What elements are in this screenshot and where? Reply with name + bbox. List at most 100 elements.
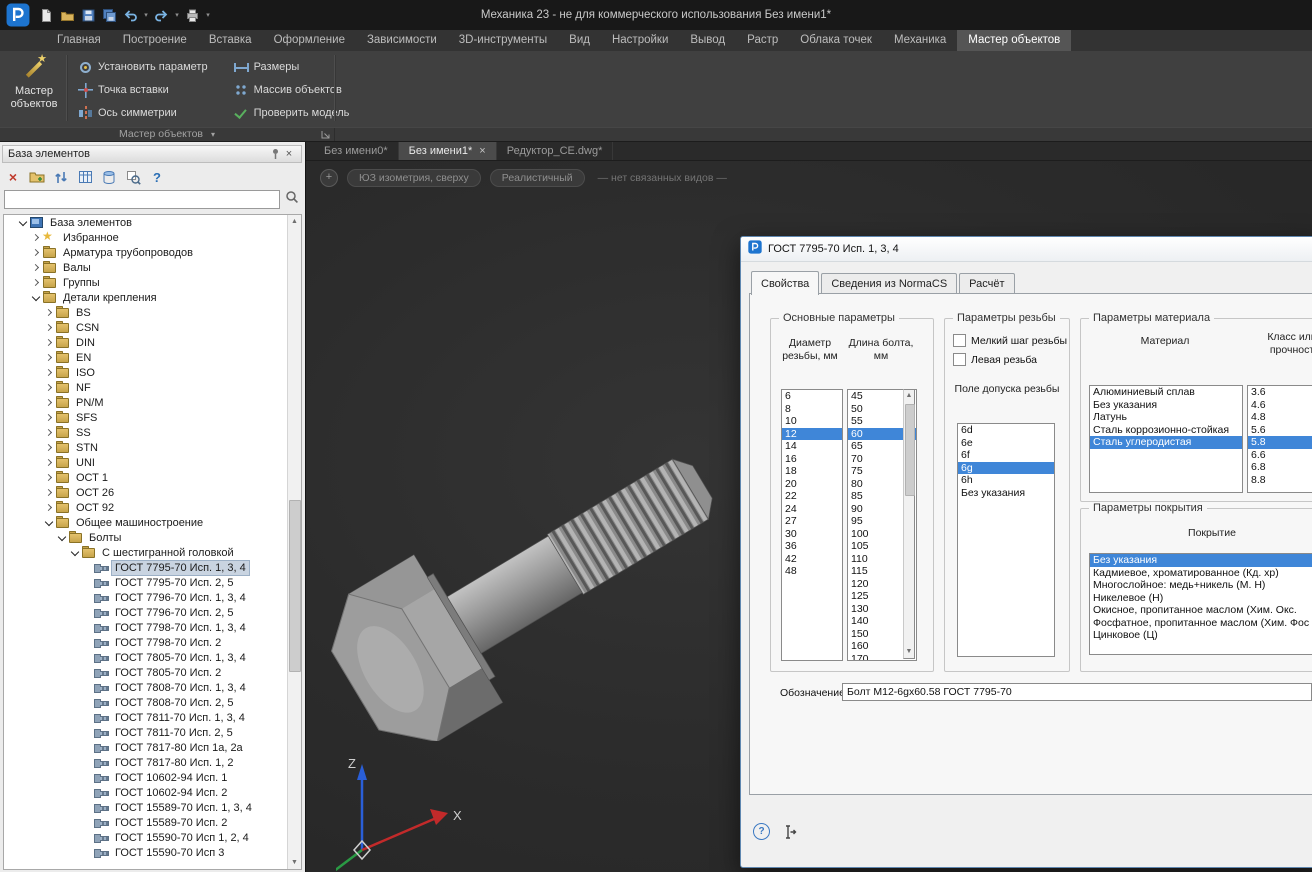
tree-item[interactable]: PN/M xyxy=(4,395,288,410)
ribbon-tab[interactable]: Вставка xyxy=(198,30,263,51)
scroll-up-icon[interactable]: ▲ xyxy=(904,390,914,402)
search-input[interactable] xyxy=(4,190,280,209)
dialog-titlebar[interactable]: ГОСТ 7795-70 Исп. 1, 3, 4 xyxy=(741,237,1312,262)
material-option[interactable]: Алюминиевый сплав xyxy=(1090,386,1242,399)
checkbox[interactable]: Мелкий шаг резьбы xyxy=(953,331,1067,350)
length-list-scrollbar[interactable]: ▲ ▼ xyxy=(903,389,915,659)
diameter-option[interactable]: 6 xyxy=(782,390,842,403)
panel-collapse-caret[interactable]: ▾ xyxy=(211,130,215,139)
tree-item[interactable]: UNI xyxy=(4,455,288,470)
scrollbar-thumb[interactable] xyxy=(289,500,301,672)
document-tab[interactable]: Без имени1* × xyxy=(399,142,497,160)
ribbon-tab[interactable]: 3D-инструменты xyxy=(448,30,558,51)
tree-item[interactable]: Избранное xyxy=(4,230,288,245)
tree-item[interactable]: ISO xyxy=(4,365,288,380)
tree-item[interactable]: С шестигранной головкой xyxy=(4,545,288,560)
expand-chevron-icon[interactable] xyxy=(83,577,94,588)
diameter-option[interactable]: 20 xyxy=(782,478,842,491)
tolerance-option[interactable]: Без указания xyxy=(958,487,1054,500)
expand-chevron-icon[interactable] xyxy=(83,562,94,573)
tree-item[interactable]: Болты xyxy=(4,530,288,545)
expand-chevron-icon[interactable] xyxy=(57,532,68,543)
save-all-icon[interactable] xyxy=(100,6,119,25)
ribbon-tab[interactable]: Вывод xyxy=(679,30,736,51)
expand-chevron-icon[interactable] xyxy=(83,742,94,753)
ribbon-tab[interactable]: Оформление xyxy=(263,30,356,51)
expand-chevron-icon[interactable] xyxy=(44,397,55,408)
tree-item[interactable]: ГОСТ 15589-70 Исп. 1, 3, 4 xyxy=(4,800,288,815)
document-tab[interactable]: Редуктор_CE.dwg* × xyxy=(497,142,614,160)
tree-item[interactable]: ГОСТ 7795-70 Исп. 1, 3, 4 xyxy=(4,560,288,575)
expand-chevron-icon[interactable] xyxy=(44,502,55,513)
tree-item[interactable]: База элементов xyxy=(4,215,288,230)
expand-chevron-icon[interactable] xyxy=(83,667,94,678)
diameter-list[interactable]: 6810121416182022242730364248 xyxy=(781,389,843,661)
bolt-3d-model[interactable] xyxy=(316,411,746,741)
delete-icon[interactable]: × xyxy=(4,168,22,186)
coating-option[interactable]: Без указания xyxy=(1090,554,1312,567)
checkbox-box[interactable] xyxy=(953,353,966,366)
preview-icon[interactable] xyxy=(124,168,142,186)
tree-item[interactable]: ГОСТ 7798-70 Исп. 2 xyxy=(4,635,288,650)
expand-chevron-icon[interactable] xyxy=(83,847,94,858)
diameter-option[interactable]: 16 xyxy=(782,453,842,466)
dialog-tab[interactable]: Сведения из NormaCS xyxy=(821,273,957,294)
expand-chevron-icon[interactable] xyxy=(44,442,55,453)
ribbon-button[interactable]: Проверить модель xyxy=(228,102,356,124)
ribbon-button[interactable]: Размеры xyxy=(228,56,356,78)
coating-option[interactable]: Фосфатное, пропитанное маслом (Хим. Фос xyxy=(1090,617,1312,630)
diameter-option[interactable]: 48 xyxy=(782,565,842,578)
linked-views-control[interactable]: — нет связанных видов — xyxy=(598,172,727,184)
strength-class-option[interactable]: 4.6 xyxy=(1248,399,1312,412)
scroll-down-icon[interactable]: ▼ xyxy=(904,646,914,658)
expand-chevron-icon[interactable] xyxy=(44,352,55,363)
expand-chevron-icon[interactable] xyxy=(83,832,94,843)
expand-chevron-icon[interactable] xyxy=(83,607,94,618)
scrollbar-thumb[interactable] xyxy=(905,404,915,496)
tree-item[interactable]: STN xyxy=(4,440,288,455)
open-file-icon[interactable] xyxy=(58,6,77,25)
expand-chevron-icon[interactable] xyxy=(83,817,94,828)
strength-class-option[interactable]: 6.8 xyxy=(1248,461,1312,474)
new-file-icon[interactable] xyxy=(37,6,56,25)
expand-chevron-icon[interactable] xyxy=(44,367,55,378)
ribbon-button[interactable]: Ось симметрии xyxy=(72,102,214,124)
diameter-option[interactable]: 36 xyxy=(782,540,842,553)
diameter-option[interactable]: 8 xyxy=(782,403,842,416)
ribbon-tab[interactable]: Главная xyxy=(46,30,112,51)
tree-item[interactable]: Валы xyxy=(4,260,288,275)
tree-item[interactable]: Группы xyxy=(4,275,288,290)
expand-chevron-icon[interactable] xyxy=(44,427,55,438)
import-export-icon[interactable] xyxy=(52,168,70,186)
expand-chevron-icon[interactable] xyxy=(31,277,42,288)
scroll-up-icon[interactable]: ▲ xyxy=(288,215,301,228)
document-tab[interactable]: Без имени0* × xyxy=(314,142,399,160)
view-orientation-control[interactable]: ЮЗ изометрия, сверху xyxy=(347,169,481,187)
search-icon[interactable] xyxy=(285,190,299,209)
expand-chevron-icon[interactable] xyxy=(83,787,94,798)
tree-item[interactable]: Общее машиностроение xyxy=(4,515,288,530)
diameter-option[interactable]: 18 xyxy=(782,465,842,478)
ribbon-button[interactable]: Массив объектов xyxy=(228,79,356,101)
strength-class-option[interactable]: 5.6 xyxy=(1248,424,1312,437)
diameter-option[interactable]: 22 xyxy=(782,490,842,503)
strength-class-option[interactable]: 8.8 xyxy=(1248,474,1312,487)
tree-item[interactable]: ГОСТ 7811-70 Исп. 2, 5 xyxy=(4,725,288,740)
tolerance-option[interactable]: 6f xyxy=(958,449,1054,462)
expand-chevron-icon[interactable] xyxy=(31,292,42,303)
tree-item[interactable]: ГОСТ 7805-70 Исп. 2 xyxy=(4,665,288,680)
tolerance-option[interactable]: 6g xyxy=(958,462,1054,475)
material-option[interactable]: Латунь xyxy=(1090,411,1242,424)
tree-item[interactable]: SFS xyxy=(4,410,288,425)
tree-item[interactable]: ГОСТ 7817-80 Исп. 1, 2 xyxy=(4,755,288,770)
expand-chevron-icon[interactable] xyxy=(83,592,94,603)
expand-chevron-icon[interactable] xyxy=(18,217,29,228)
expand-chevron-icon[interactable] xyxy=(31,262,42,273)
diameter-option[interactable]: 27 xyxy=(782,515,842,528)
tolerance-option[interactable]: 6d xyxy=(958,424,1054,437)
strength-class-option[interactable]: 6.6 xyxy=(1248,449,1312,462)
undo-icon[interactable] xyxy=(121,6,140,25)
tree-item[interactable]: ГОСТ 15590-70 Исп 3 xyxy=(4,845,288,860)
insertion-point-icon[interactable] xyxy=(783,824,798,840)
ribbon-tab[interactable]: Растр xyxy=(736,30,789,51)
